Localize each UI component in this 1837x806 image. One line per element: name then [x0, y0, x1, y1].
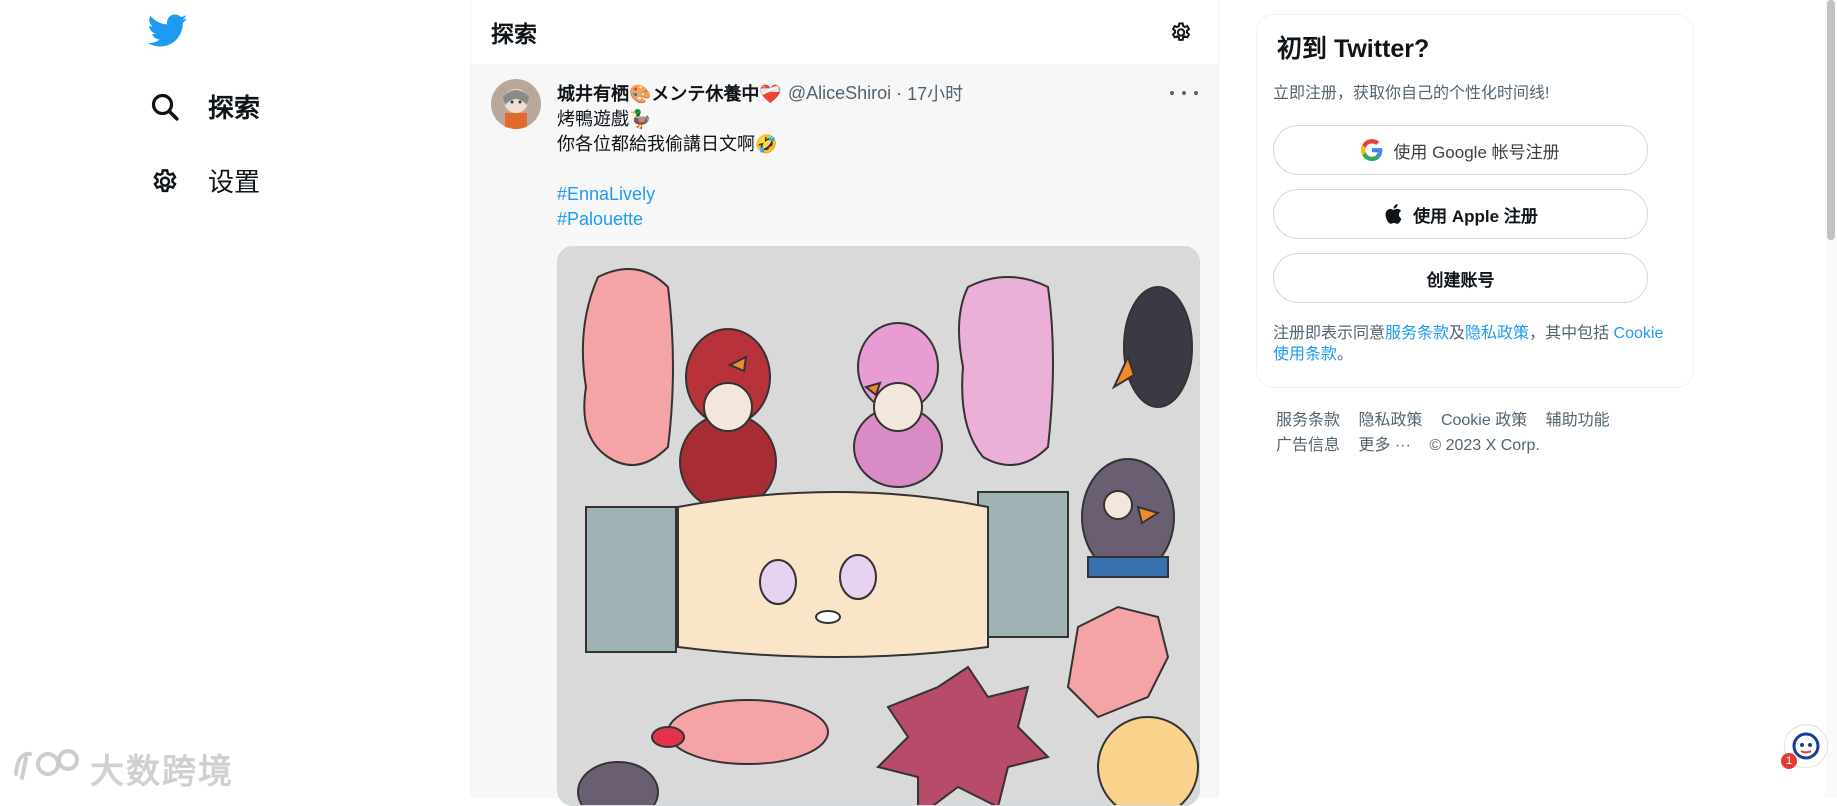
footer-links: 服务条款 隐私政策 Cookie 政策 辅助功能 广告信息 更多 ··· © 2… [1256, 408, 1694, 458]
apple-icon [1383, 203, 1403, 225]
google-icon [1361, 139, 1383, 161]
tweet-body: 城井有栖🎨メンテ休養中❤️‍🩹 @AliceShiroi · 17小时 烤鴨遊戲… [557, 79, 1200, 806]
main-column: 探索 城井有栖🎨メンテ休養中❤️‍🩹 @AliceShiroi · 17小时 烤… [470, 0, 1219, 806]
tweet-text-line-1: 烤鴨遊戲🦆 [557, 109, 652, 129]
google-signup-label: 使用 Google 帐号注册 [1393, 142, 1560, 162]
separator-dot: · [896, 82, 903, 103]
footer-link[interactable]: 辅助功能 [1546, 408, 1610, 433]
footer-link[interactable]: 隐私政策 [1358, 408, 1422, 433]
gear-icon [148, 164, 182, 198]
signup-subtitle: 立即注册，获取你自己的个性化时间线! [1273, 85, 1550, 102]
signup-card: 初到 Twitter? 立即注册，获取你自己的个性化时间线! 使用 Google… [1256, 14, 1694, 388]
legal-and: 及 [1449, 325, 1466, 342]
watermark-text: 大数跨境 [90, 753, 234, 791]
legal-notice: 注册即表示同意服务条款及隐私政策，其中包括 Cookie 使用条款。 [1273, 323, 1677, 365]
more-dot-icon [1194, 91, 1198, 95]
google-signup-button[interactable]: 使用 Google 帐号注册 [1273, 125, 1648, 175]
watermark-logo-icon [12, 744, 82, 793]
nav-explore-label: 探索 [208, 93, 261, 123]
nav-explore[interactable]: 探索 [148, 88, 260, 125]
nav-settings[interactable]: 设置 [148, 162, 260, 199]
search-icon [148, 90, 182, 124]
gear-icon [1171, 22, 1191, 41]
copyright: © 2023 X Corp. [1429, 437, 1540, 454]
signup-title: 初到 Twitter? [1277, 35, 1430, 63]
chat-widget-button[interactable]: 1 [1781, 724, 1828, 769]
apple-signup-button[interactable]: 使用 Apple 注册 [1273, 189, 1648, 239]
footer-link[interactable]: Cookie 政策 [1441, 408, 1527, 433]
author-handle[interactable]: @AliceShiroi [788, 83, 891, 104]
legal-including: ，其中包括 [1529, 325, 1610, 342]
illustration [558, 247, 1199, 805]
tweet-header: 城井有栖🎨メンテ休養中❤️‍🩹 @AliceShiroi · 17小时 [557, 79, 1200, 107]
legal-period: 。 [1337, 346, 1354, 363]
create-account-label: 创建账号 [1426, 270, 1495, 290]
twitter-logo-icon[interactable] [147, 14, 188, 54]
page-scrollbar[interactable] [1825, 0, 1837, 798]
footer-link[interactable]: 服务条款 [1276, 408, 1340, 433]
main-header: 探索 [471, 0, 1218, 65]
apple-signup-label: 使用 Apple 注册 [1413, 206, 1538, 226]
hashtag-link[interactable]: #EnnaLively [557, 182, 1200, 207]
terms-link[interactable]: 服务条款 [1385, 325, 1449, 342]
right-sidebar: 初到 Twitter? 立即注册，获取你自己的个性化时间线! 使用 Google… [1256, 14, 1694, 458]
hashtag-link[interactable]: #Palouette [557, 207, 1200, 232]
footer-link-more[interactable]: 更多 ··· [1358, 433, 1410, 458]
scrollbar-thumb[interactable] [1827, 0, 1835, 240]
tweet[interactable]: 城井有栖🎨メンテ休養中❤️‍🩹 @AliceShiroi · 17小时 烤鴨遊戲… [471, 65, 1218, 806]
more-dot-icon [1170, 91, 1174, 95]
tweet-media-image[interactable] [557, 246, 1200, 806]
privacy-link[interactable]: 隐私政策 [1465, 325, 1529, 342]
nav-settings-label: 设置 [208, 167, 261, 197]
legal-prefix: 注册即表示同意 [1273, 325, 1386, 342]
explore-settings-button[interactable] [1164, 15, 1198, 49]
tweet-text-line-2: 你各位都給我偷講日文啊🤣 [557, 134, 778, 154]
tweet-timestamp[interactable]: 17小时 [907, 80, 963, 106]
more-dot-icon [1182, 91, 1186, 95]
watermark: 大数跨境 [12, 744, 234, 793]
left-navigation: 探索 设置 [0, 0, 470, 798]
avatar[interactable] [491, 79, 541, 129]
create-account-button[interactable]: 创建账号 [1273, 253, 1648, 303]
notification-badge: 1 [1781, 753, 1797, 769]
footer-link[interactable]: 广告信息 [1276, 433, 1340, 458]
author-name[interactable]: 城井有栖🎨メンテ休養中❤️‍🩹 [557, 80, 782, 106]
page-title: 探索 [491, 21, 537, 47]
more-options-button[interactable] [1170, 83, 1198, 103]
